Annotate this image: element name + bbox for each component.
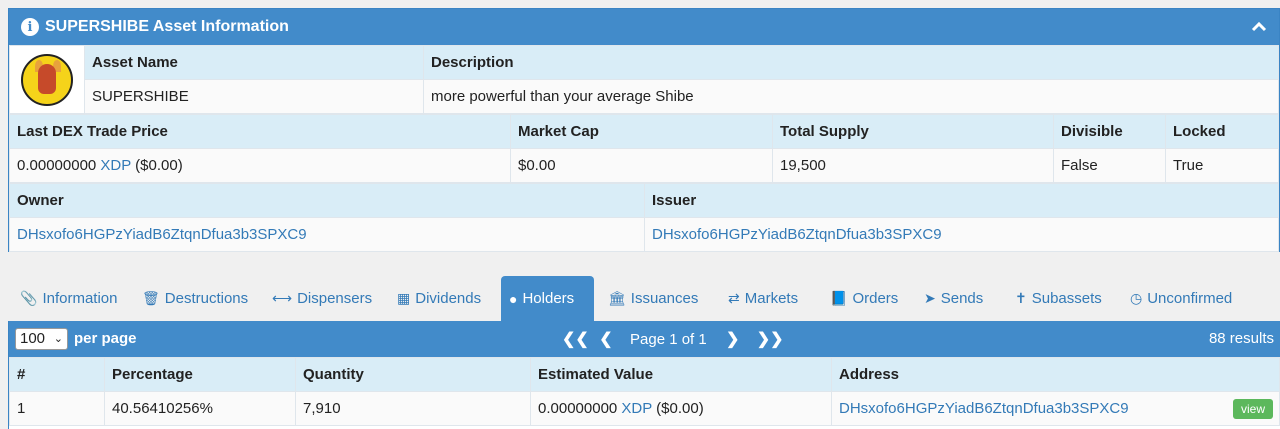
- row-quantity: 7,910: [295, 391, 531, 426]
- tab-label: Issuances: [630, 290, 699, 307]
- book-icon: 📘: [830, 290, 848, 306]
- arrows-h-icon: ⟷: [272, 290, 293, 306]
- tab-subassets[interactable]: ✝ Subassets: [1007, 276, 1110, 321]
- row-address: DHsxofo6HGPzYiadB6ZtqnDfua3b3SPXC9 view: [831, 391, 1280, 426]
- per-page-label: per page: [74, 330, 137, 347]
- row-percentage: 40.56410256%: [104, 391, 296, 426]
- tab-dispensers[interactable]: ⟷ Dispensers: [264, 276, 380, 321]
- price-usd: ($0.00): [135, 157, 183, 174]
- grid-toolbar: 100 ⌄ per page ❮❮ ❮ Page 1 of 1 ❯ ❯❯ 88 …: [9, 321, 1280, 357]
- holders-grid: 100 ⌄ per page ❮❮ ❮ Page 1 of 1 ❯ ❯❯ 88 …: [8, 321, 1280, 429]
- tab-label: Dividends: [415, 290, 482, 307]
- page-indicator: Page 1 of 1: [630, 330, 707, 348]
- tab-destructions[interactable]: 🗑 Destructions: [134, 276, 256, 321]
- description-header: Description: [423, 45, 1279, 80]
- last-page-icon[interactable]: ❯❯: [757, 329, 784, 349]
- next-page-icon[interactable]: ❯: [723, 329, 743, 349]
- tab-dividends[interactable]: ▦ Dividends: [389, 276, 489, 321]
- issuer-value: DHsxofo6HGPzYiadB6ZtqnDfua3b3SPXC9: [644, 217, 1279, 252]
- tab-label: Unconfirmed: [1147, 290, 1233, 307]
- panel-header: i SUPERSHIBE Asset Information: [9, 9, 1279, 45]
- value-amount: 0.00000000: [538, 400, 618, 417]
- owner-issuer-table: Owner Issuer DHsxofo6HGPzYiadB6ZtqnDfua3…: [9, 183, 1279, 252]
- bank-icon: 🏛: [608, 290, 626, 306]
- market-cap-header: Market Cap: [510, 114, 773, 149]
- paperclip-icon: 📎: [20, 290, 38, 306]
- value-usd: ($0.00): [656, 400, 704, 417]
- asset-logo-cell: [9, 45, 85, 114]
- sitemap-icon: ▦: [397, 290, 411, 306]
- tab-issuances[interactable]: 🏛 Issuances: [600, 276, 706, 321]
- first-page-icon[interactable]: ❮❮: [562, 329, 589, 349]
- tab-label: Sends: [940, 290, 984, 307]
- col-quantity[interactable]: Quantity: [295, 357, 531, 392]
- issuer-header: Issuer: [644, 183, 1279, 218]
- tab-label: Subassets: [1031, 290, 1102, 307]
- address-link[interactable]: DHsxofo6HGPzYiadB6ZtqnDfua3b3SPXC9: [839, 400, 1129, 417]
- prev-page-icon[interactable]: ❮: [596, 329, 616, 349]
- tab-information[interactable]: 📎 Information: [12, 276, 125, 321]
- user-icon: ●: [509, 290, 518, 307]
- table-row: 1 40.56410256% 7,910 0.00000000 XDP ($0.…: [9, 391, 1280, 426]
- row-index: 1: [9, 391, 105, 426]
- tab-orders[interactable]: 📘 Orders: [822, 276, 906, 321]
- price-amount: 0.00000000: [17, 157, 97, 174]
- tab-label: Orders: [852, 290, 899, 307]
- child-icon: ✝: [1015, 290, 1027, 306]
- asset-name-table: Asset Name Description SUPERSHIBE more p…: [9, 45, 1279, 114]
- description-value: more powerful than your average Shibe: [423, 79, 1279, 114]
- per-page-select[interactable]: 100 ⌄: [15, 328, 68, 350]
- col-address[interactable]: Address: [831, 357, 1280, 392]
- asset-logo: [21, 53, 73, 106]
- pager: ❮❮ ❮ Page 1 of 1 ❯ ❯❯: [562, 329, 791, 349]
- market-cap-value: $0.00: [510, 148, 773, 183]
- chevron-up-icon[interactable]: [1249, 17, 1269, 37]
- tab-label: Information: [42, 290, 118, 307]
- tab-label: Markets: [744, 290, 799, 307]
- asset-info-panel: i SUPERSHIBE Asset Information Asset Nam…: [8, 8, 1280, 252]
- locked-value: True: [1165, 148, 1279, 183]
- divisible-value: False: [1053, 148, 1166, 183]
- tab-label: Holders: [522, 290, 575, 307]
- col-index[interactable]: #: [9, 357, 105, 392]
- chevron-down-icon: ⌄: [53, 333, 63, 345]
- divisible-header: Divisible: [1053, 114, 1166, 149]
- tab-sends[interactable]: ➤ Sends: [916, 276, 991, 321]
- exchange-icon: ⇄: [728, 290, 740, 306]
- col-estimated-value[interactable]: Estimated Value: [530, 357, 832, 392]
- asset-name-header: Asset Name: [84, 45, 424, 80]
- tab-holders[interactable]: ● Holders: [501, 276, 594, 321]
- price-value: 0.00000000 XDP ($0.00): [9, 148, 511, 183]
- paper-plane-icon: ➤: [924, 290, 936, 306]
- asset-stats-table: Last DEX Trade Price Market Cap Total Su…: [9, 114, 1279, 183]
- xdp-link[interactable]: XDP: [621, 400, 652, 417]
- info-icon: i: [21, 18, 39, 36]
- col-percentage[interactable]: Percentage: [104, 357, 296, 392]
- tab-unconfirmed[interactable]: ◷ Unconfirmed: [1122, 276, 1240, 321]
- owner-header: Owner: [9, 183, 645, 218]
- total-supply-value: 19,500: [772, 148, 1054, 183]
- asset-tabs: 📎 Information 🗑 Destructions ⟷ Dispenser…: [8, 276, 1280, 321]
- view-button[interactable]: view: [1232, 399, 1273, 419]
- owner-address-link[interactable]: DHsxofo6HGPzYiadB6ZtqnDfua3b3SPXC9: [17, 226, 307, 243]
- per-page-value: 100: [20, 330, 46, 347]
- total-supply-header: Total Supply: [772, 114, 1054, 149]
- tab-markets[interactable]: ⇄ Markets: [720, 276, 806, 321]
- xdp-link[interactable]: XDP: [100, 157, 131, 174]
- locked-header: Locked: [1165, 114, 1279, 149]
- owner-value: DHsxofo6HGPzYiadB6ZtqnDfua3b3SPXC9: [9, 217, 645, 252]
- clock-icon: ◷: [1130, 290, 1143, 306]
- panel-title: SUPERSHIBE Asset Information: [45, 18, 289, 35]
- asset-name-value: SUPERSHIBE: [84, 79, 424, 114]
- results-count: 88 results: [1208, 330, 1274, 347]
- price-header: Last DEX Trade Price: [9, 114, 511, 149]
- row-estimated-value: 0.00000000 XDP ($0.00): [530, 391, 832, 426]
- issuer-address-link[interactable]: DHsxofo6HGPzYiadB6ZtqnDfua3b3SPXC9: [652, 226, 942, 243]
- holders-table: # Percentage Quantity Estimated Value Ad…: [9, 357, 1280, 426]
- tab-label: Destructions: [164, 290, 249, 307]
- tab-label: Dispensers: [297, 290, 373, 307]
- trash-icon: 🗑: [142, 290, 160, 306]
